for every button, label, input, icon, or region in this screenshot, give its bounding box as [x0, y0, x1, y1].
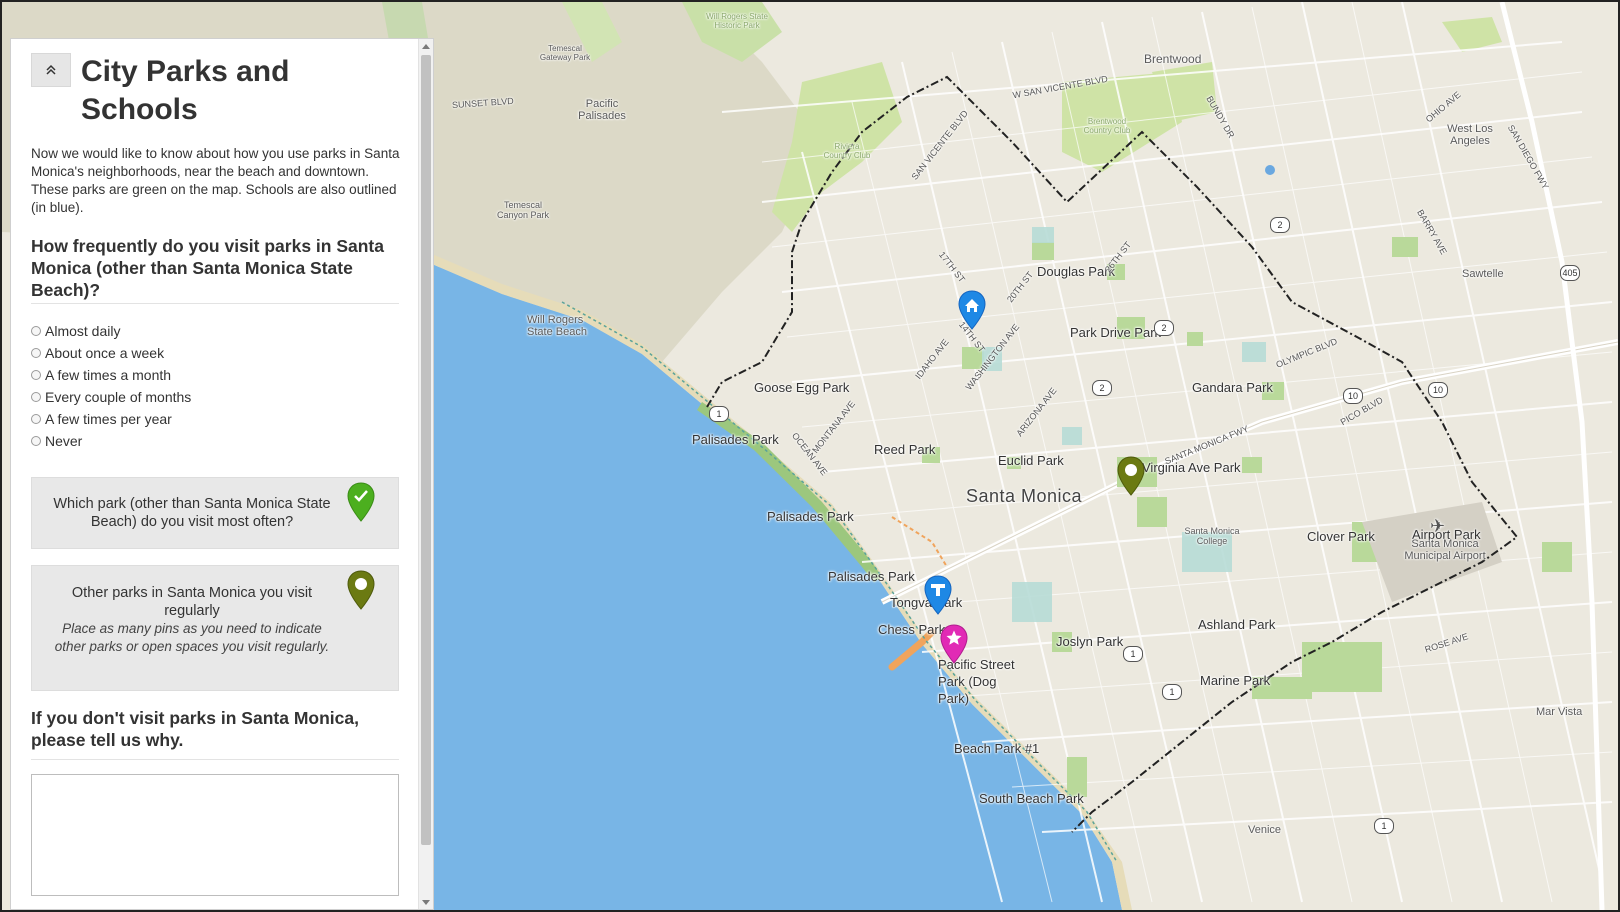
park-label-gandara: Gandara Park [1192, 380, 1273, 395]
pin-card-most-visited[interactable]: Which park (other than Santa Monica Stat… [31, 477, 399, 549]
scroll-down-arrow-icon[interactable] [422, 900, 430, 905]
divider [31, 303, 399, 304]
highway-shield: 405 [1560, 265, 1580, 281]
area-label-west-la: West Los Angeles [1447, 123, 1493, 147]
park-label-reed: Reed Park [874, 442, 936, 457]
transit-pin[interactable] [923, 575, 953, 615]
question-why-title: If you don't visit parks in Santa Monica… [31, 708, 359, 750]
option-few-times-month[interactable]: A few times a month [31, 364, 191, 386]
airport-icon: ✈ [1430, 516, 1446, 536]
park-label-beach-park-1: Beach Park #1 [954, 741, 1040, 756]
option-few-times-year[interactable]: A few times per year [31, 408, 191, 430]
why-textarea[interactable] [31, 774, 399, 896]
highway-shield: 10 [1343, 388, 1363, 404]
transit-icon [936, 584, 940, 596]
olive-pin-icon[interactable] [346, 570, 376, 610]
park-label-park-drive: Park Drive Park [1070, 325, 1162, 340]
app-frame: Santa Monica Douglas Park Park Drive Par… [0, 0, 1620, 912]
chevron-double-up-icon [46, 64, 56, 75]
star-pin[interactable] [939, 624, 969, 664]
park-label-palisades-2: Palisades Park [767, 509, 854, 524]
page-title: City Parks and Schools [81, 55, 290, 126]
park-label-south-beach: South Beach Park [979, 791, 1084, 806]
park-label-ashland: Ashland Park [1198, 617, 1276, 632]
option-almost-daily[interactable]: Almost daily [31, 320, 191, 342]
pin-card-help: Place as many pins as you need to indica… [54, 621, 330, 654]
scrollbar-thumb[interactable] [421, 55, 431, 845]
park-label-marine: Marine Park [1200, 673, 1271, 688]
circle-dot-icon [355, 578, 367, 590]
scroll-up-arrow-icon[interactable] [422, 44, 430, 49]
most-visited-pin[interactable] [1116, 456, 1146, 496]
area-label-will-rogers-park: Will Rogers State Historic Park [706, 12, 768, 30]
area-label-airport: Santa Monica Municipal Airport [1404, 538, 1486, 562]
circle-dot-icon [1125, 464, 1137, 476]
sidebar-content: City Parks and Schools Now we would like… [11, 39, 419, 909]
park-label-chess: Chess Park [878, 622, 946, 637]
park-label-virginia-ave: Virginia Ave Park [1142, 460, 1241, 475]
area-label-smc: Santa Monica College [1184, 526, 1240, 546]
highway-shield: 2 [1092, 380, 1112, 396]
option-couple-months[interactable]: Every couple of months [31, 386, 191, 408]
highway-shield: 1 [709, 406, 729, 422]
pin-card-title: Other parks in Santa Monica you visit re… [71, 585, 313, 619]
area-label-pacific-palisades: Pacific Palisades [578, 98, 626, 122]
radio-button[interactable] [31, 326, 41, 336]
park-label-clover: Clover Park [1307, 529, 1375, 544]
park-label-will-rogers-beach: Will Rogers State Beach [527, 314, 587, 338]
highway-shield: 1 [1374, 818, 1394, 834]
collapse-button[interactable] [31, 53, 71, 87]
divider [31, 759, 399, 760]
radio-button[interactable] [31, 370, 41, 380]
area-label-temescal-canyon: Temescal Canyon Park [496, 200, 550, 220]
radio-button[interactable] [31, 414, 41, 424]
area-label-mar-vista: Mar Vista [1536, 706, 1583, 718]
area-label-temescal-gateway: Temescal Gateway Park [539, 44, 591, 62]
intro-text: Now we would like to know about how you … [31, 146, 400, 215]
highway-shield: 1 [1123, 646, 1143, 662]
option-never[interactable]: Never [31, 430, 191, 452]
highway-shield: 2 [1154, 320, 1174, 336]
green-check-pin-icon[interactable] [346, 482, 376, 522]
survey-sidebar: City Parks and Schools Now we would like… [10, 38, 434, 910]
city-label: Santa Monica [966, 486, 1083, 506]
area-label-brentwood: Brentwood [1144, 52, 1202, 66]
park-label-palisades-3: Palisades Park [828, 569, 915, 584]
question-frequency-title: How frequently do you visit parks in San… [31, 236, 384, 300]
park-label-palisades-1: Palisades Park [692, 432, 779, 447]
home-pin[interactable] [957, 290, 987, 330]
highway-shield: 10 [1428, 382, 1448, 398]
pin-card-title: Which park (other than Santa Monica Stat… [53, 496, 331, 530]
park-label-joslyn: Joslyn Park [1056, 634, 1124, 649]
sidebar-scrollbar[interactable] [418, 39, 433, 909]
pin-card-other-parks[interactable]: Other parks in Santa Monica you visit re… [31, 565, 399, 691]
park-label-euclid: Euclid Park [998, 453, 1064, 468]
area-label-sawtelle: Sawtelle [1462, 268, 1504, 280]
radio-button[interactable] [31, 348, 41, 358]
park-label-goose-egg: Goose Egg Park [754, 380, 850, 395]
highway-shield: 2 [1270, 217, 1290, 233]
area-label-brentwood-cc: Brentwood Country Club [1083, 117, 1131, 135]
area-label-venice: Venice [1248, 824, 1282, 836]
frequency-options: Almost daily About once a week A few tim… [31, 320, 191, 452]
area-label-riviera: Riviera Country Club [823, 142, 871, 160]
highway-shield: 1 [1162, 684, 1182, 700]
radio-button[interactable] [31, 436, 41, 446]
radio-button[interactable] [31, 392, 41, 402]
option-once-a-week[interactable]: About once a week [31, 342, 191, 364]
